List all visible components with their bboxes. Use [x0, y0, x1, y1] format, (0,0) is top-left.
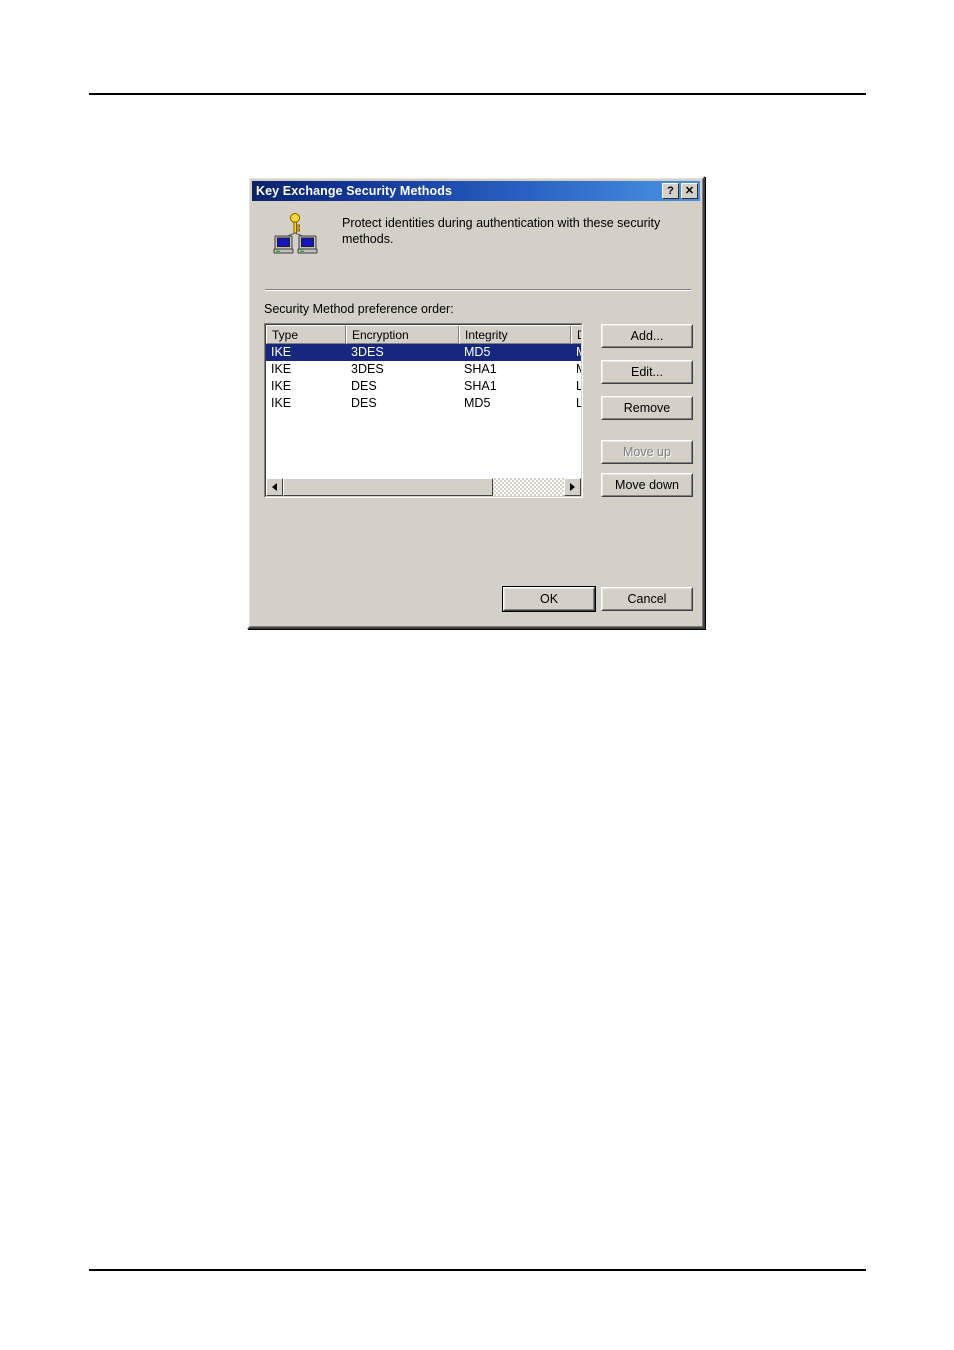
table-row[interactable]: IKE DES MD5 L	[266, 395, 581, 412]
key-and-computers-icon	[272, 212, 320, 256]
cell-integrity: SHA1	[464, 362, 497, 376]
cell-integrity: MD5	[464, 345, 491, 359]
cell-dh-group: M	[571, 361, 581, 378]
column-header-integrity[interactable]: Integrity	[459, 325, 571, 344]
cell-encryption: DES	[351, 396, 377, 410]
page-header-rule	[89, 93, 866, 95]
column-header-encryption[interactable]: Encryption	[346, 325, 459, 344]
help-button[interactable]: ?	[662, 183, 679, 199]
scrollbar-thumb[interactable]	[283, 478, 493, 496]
dialog-titlebar[interactable]: Key Exchange Security Methods ? ✕	[252, 181, 700, 201]
table-row[interactable]: IKE 3DES SHA1 M	[266, 361, 581, 378]
horizontal-scrollbar[interactable]	[266, 478, 581, 496]
close-button[interactable]: ✕	[681, 183, 698, 199]
cell-dh-group: L	[571, 395, 581, 412]
cell-type: IKE	[271, 379, 292, 393]
security-method-list-label: Security Method preference order:	[264, 302, 454, 316]
scroll-left-arrow-icon[interactable]	[266, 478, 283, 496]
remove-button[interactable]: Remove	[601, 396, 693, 420]
column-header-type[interactable]: Type	[266, 325, 346, 344]
dialog-description: Protect identities during authentication…	[342, 216, 661, 246]
cell-dh-group: M	[571, 344, 581, 361]
cancel-button[interactable]: Cancel	[601, 587, 693, 611]
cell-integrity: MD5	[464, 396, 491, 410]
cell-type: IKE	[271, 396, 292, 410]
dialog-header-zone: Protect identities during authentication…	[252, 204, 700, 266]
cell-integrity: SHA1	[464, 379, 497, 393]
cell-encryption: 3DES	[351, 345, 384, 359]
move-up-button: Move up	[601, 440, 693, 464]
listview-header-row: Type Encryption Integrity D	[266, 325, 581, 344]
ok-button[interactable]: OK	[502, 586, 596, 612]
edit-button[interactable]: Edit...	[601, 360, 693, 384]
cell-type: IKE	[271, 362, 292, 376]
scroll-right-arrow-icon[interactable]	[564, 478, 581, 496]
key-exchange-security-methods-dialog: Key Exchange Security Methods ? ✕ Protec…	[247, 176, 705, 629]
dialog-title: Key Exchange Security Methods	[256, 184, 453, 198]
move-down-button[interactable]: Move down	[601, 473, 693, 497]
cell-encryption: DES	[351, 379, 377, 393]
listview-inner: Type Encryption Integrity D IKE 3DES MD5…	[265, 324, 582, 497]
column-header-dh-group[interactable]: D	[571, 325, 581, 344]
cell-type: IKE	[271, 345, 292, 359]
header-separator	[265, 289, 691, 291]
cell-encryption: 3DES	[351, 362, 384, 376]
security-method-listview[interactable]: Type Encryption Integrity D IKE 3DES MD5…	[264, 323, 583, 498]
page-footer-rule	[89, 1269, 866, 1271]
table-row[interactable]: IKE 3DES MD5 M	[266, 344, 581, 361]
table-row[interactable]: IKE DES SHA1 L	[266, 378, 581, 395]
listview-body: IKE 3DES MD5 M IKE 3DES SHA1 M IKE DES S…	[266, 344, 581, 478]
scrollbar-track[interactable]	[493, 478, 564, 496]
cell-dh-group: L	[571, 378, 581, 395]
add-button[interactable]: Add...	[601, 324, 693, 348]
